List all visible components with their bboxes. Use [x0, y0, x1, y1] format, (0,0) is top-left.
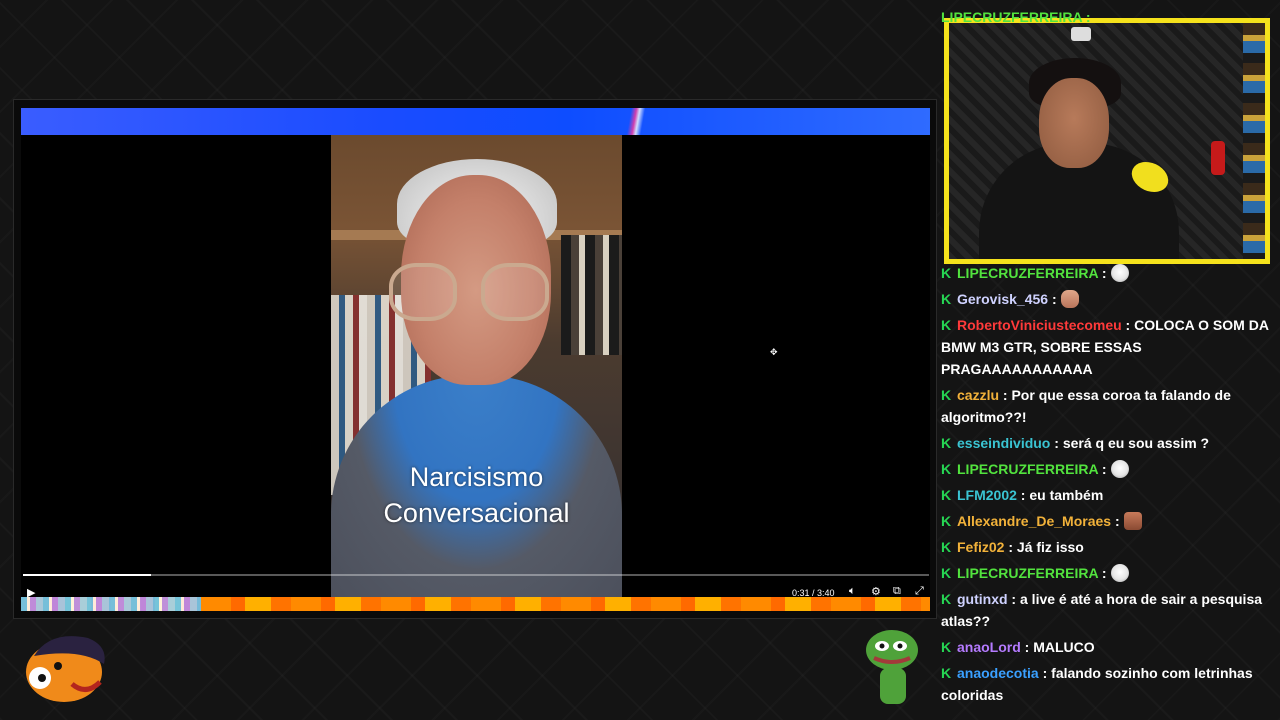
- kick-badge-icon: K: [941, 565, 952, 581]
- chat-message: K LFM2002 : eu também: [941, 484, 1271, 506]
- kick-badge-icon: K: [941, 317, 952, 333]
- chat-message: K Allexandre_De_Moraes :: [941, 510, 1271, 532]
- camera-icon: [1071, 27, 1091, 41]
- chat-message: K Gerovisk_456 :: [941, 288, 1271, 310]
- webcam-feed: [944, 18, 1270, 264]
- chat-cutoff-message: LIPECRUZFERREIRA :: [941, 9, 1091, 25]
- glasses-right: [481, 263, 549, 321]
- pepe-sticker-right: [866, 630, 918, 704]
- video-clip: Narcisismo Conversacional: [331, 135, 622, 597]
- chat-panel: K LIPECRUZFERREIRA : K Gerovisk_456 : K Rob…: [941, 262, 1271, 710]
- kick-badge-icon: K: [941, 387, 952, 403]
- cam-bookshelf: [1243, 23, 1265, 259]
- bookshelf: [561, 235, 622, 355]
- player-controls: ▶ 0:31 / 3:40 🔈︎ ⚙ ⧉ ⤢: [21, 570, 930, 599]
- chat-message: K LIPECRUZFERREIRA :: [941, 458, 1271, 480]
- video-caption: Narcisismo Conversacional: [331, 459, 622, 531]
- chat-username[interactable]: LIPECRUZFERREIRA: [957, 565, 1098, 581]
- chat-text: Já fiz isso: [1016, 539, 1084, 555]
- kick-badge-icon: K: [941, 639, 952, 655]
- progress-bar[interactable]: [23, 574, 929, 576]
- red-object: [1211, 141, 1225, 175]
- chat-text: eu também: [1029, 487, 1104, 503]
- mascot-sticker-left: [26, 636, 105, 702]
- chat-username[interactable]: LFM2002: [957, 487, 1017, 503]
- caption-line-1: Narcisismo: [409, 462, 544, 492]
- kick-badge-icon: K: [941, 265, 952, 281]
- chat-message: Kesseindividuo : será q eu sou assim ?: [941, 432, 1271, 454]
- chat-username[interactable]: esseindividuo: [957, 435, 1050, 451]
- kick-badge-icon: K: [941, 435, 952, 451]
- progress-fill: [23, 574, 151, 576]
- chat-message: K LIPECRUZFERREIRA :: [941, 562, 1271, 584]
- chat-username[interactable]: gutinxd: [957, 591, 1008, 607]
- kick-badge-icon: K: [941, 665, 952, 681]
- kick-badge-icon: K: [941, 291, 952, 307]
- chat-username[interactable]: LIPECRUZFERREIRA: [957, 265, 1098, 281]
- ghost-emote-icon: [1110, 564, 1129, 582]
- chat-message: K RobertoViniciustecomeu : COLOCA O SOM D…: [941, 314, 1271, 380]
- chat-message: K Fefiz02 : Já fiz isso: [941, 536, 1271, 558]
- kick-badge-icon: K: [941, 539, 952, 555]
- chat-message: Kcazzlu : Por que essa coroa ta falando …: [941, 384, 1271, 428]
- chat-username[interactable]: RobertoViniciustecomeu: [957, 317, 1122, 333]
- ghost-emote-icon: [1110, 264, 1129, 282]
- kick-badge-icon: K: [941, 487, 952, 503]
- kick-badge-icon: K: [941, 513, 952, 529]
- chat-username[interactable]: Gerovisk_456: [957, 291, 1048, 307]
- kick-badge-icon: K: [941, 461, 952, 477]
- chat-message: Kgutinxd : a live é até a hora de sair a…: [941, 588, 1271, 632]
- glasses-left: [389, 263, 457, 321]
- ghost-emote-icon: [1110, 460, 1129, 478]
- chat-message: Kanaodecotia : falando sozinho com letri…: [941, 662, 1271, 706]
- chat-text: será q eu sou assim ?: [1062, 435, 1210, 451]
- chat-username[interactable]: Allexandre_De_Moraes: [957, 513, 1111, 529]
- face-emote-icon: [1123, 512, 1142, 530]
- chat-username[interactable]: anaodecotia: [957, 665, 1039, 681]
- caption-line-2: Conversacional: [383, 498, 570, 528]
- chat-username[interactable]: LIPECRUZFERREIRA: [957, 461, 1098, 477]
- chat-username[interactable]: Fefiz02: [957, 539, 1004, 555]
- video-top-banner: [21, 108, 930, 135]
- chat-username[interactable]: cazzlu: [957, 387, 999, 403]
- chat-message: KanaoLord : MALUCO: [941, 636, 1271, 658]
- chat-message: K LIPECRUZFERREIRA :: [941, 262, 1271, 284]
- chat-text: MALUCO: [1033, 639, 1095, 655]
- video-bottom-banner: [21, 597, 930, 611]
- kick-badge-icon: K: [941, 591, 952, 607]
- chat-username[interactable]: anaoLord: [957, 639, 1021, 655]
- mouse-cursor-icon: ✥: [770, 347, 778, 357]
- hand-emote-icon: [1060, 290, 1079, 308]
- streamer-face: [1039, 78, 1109, 168]
